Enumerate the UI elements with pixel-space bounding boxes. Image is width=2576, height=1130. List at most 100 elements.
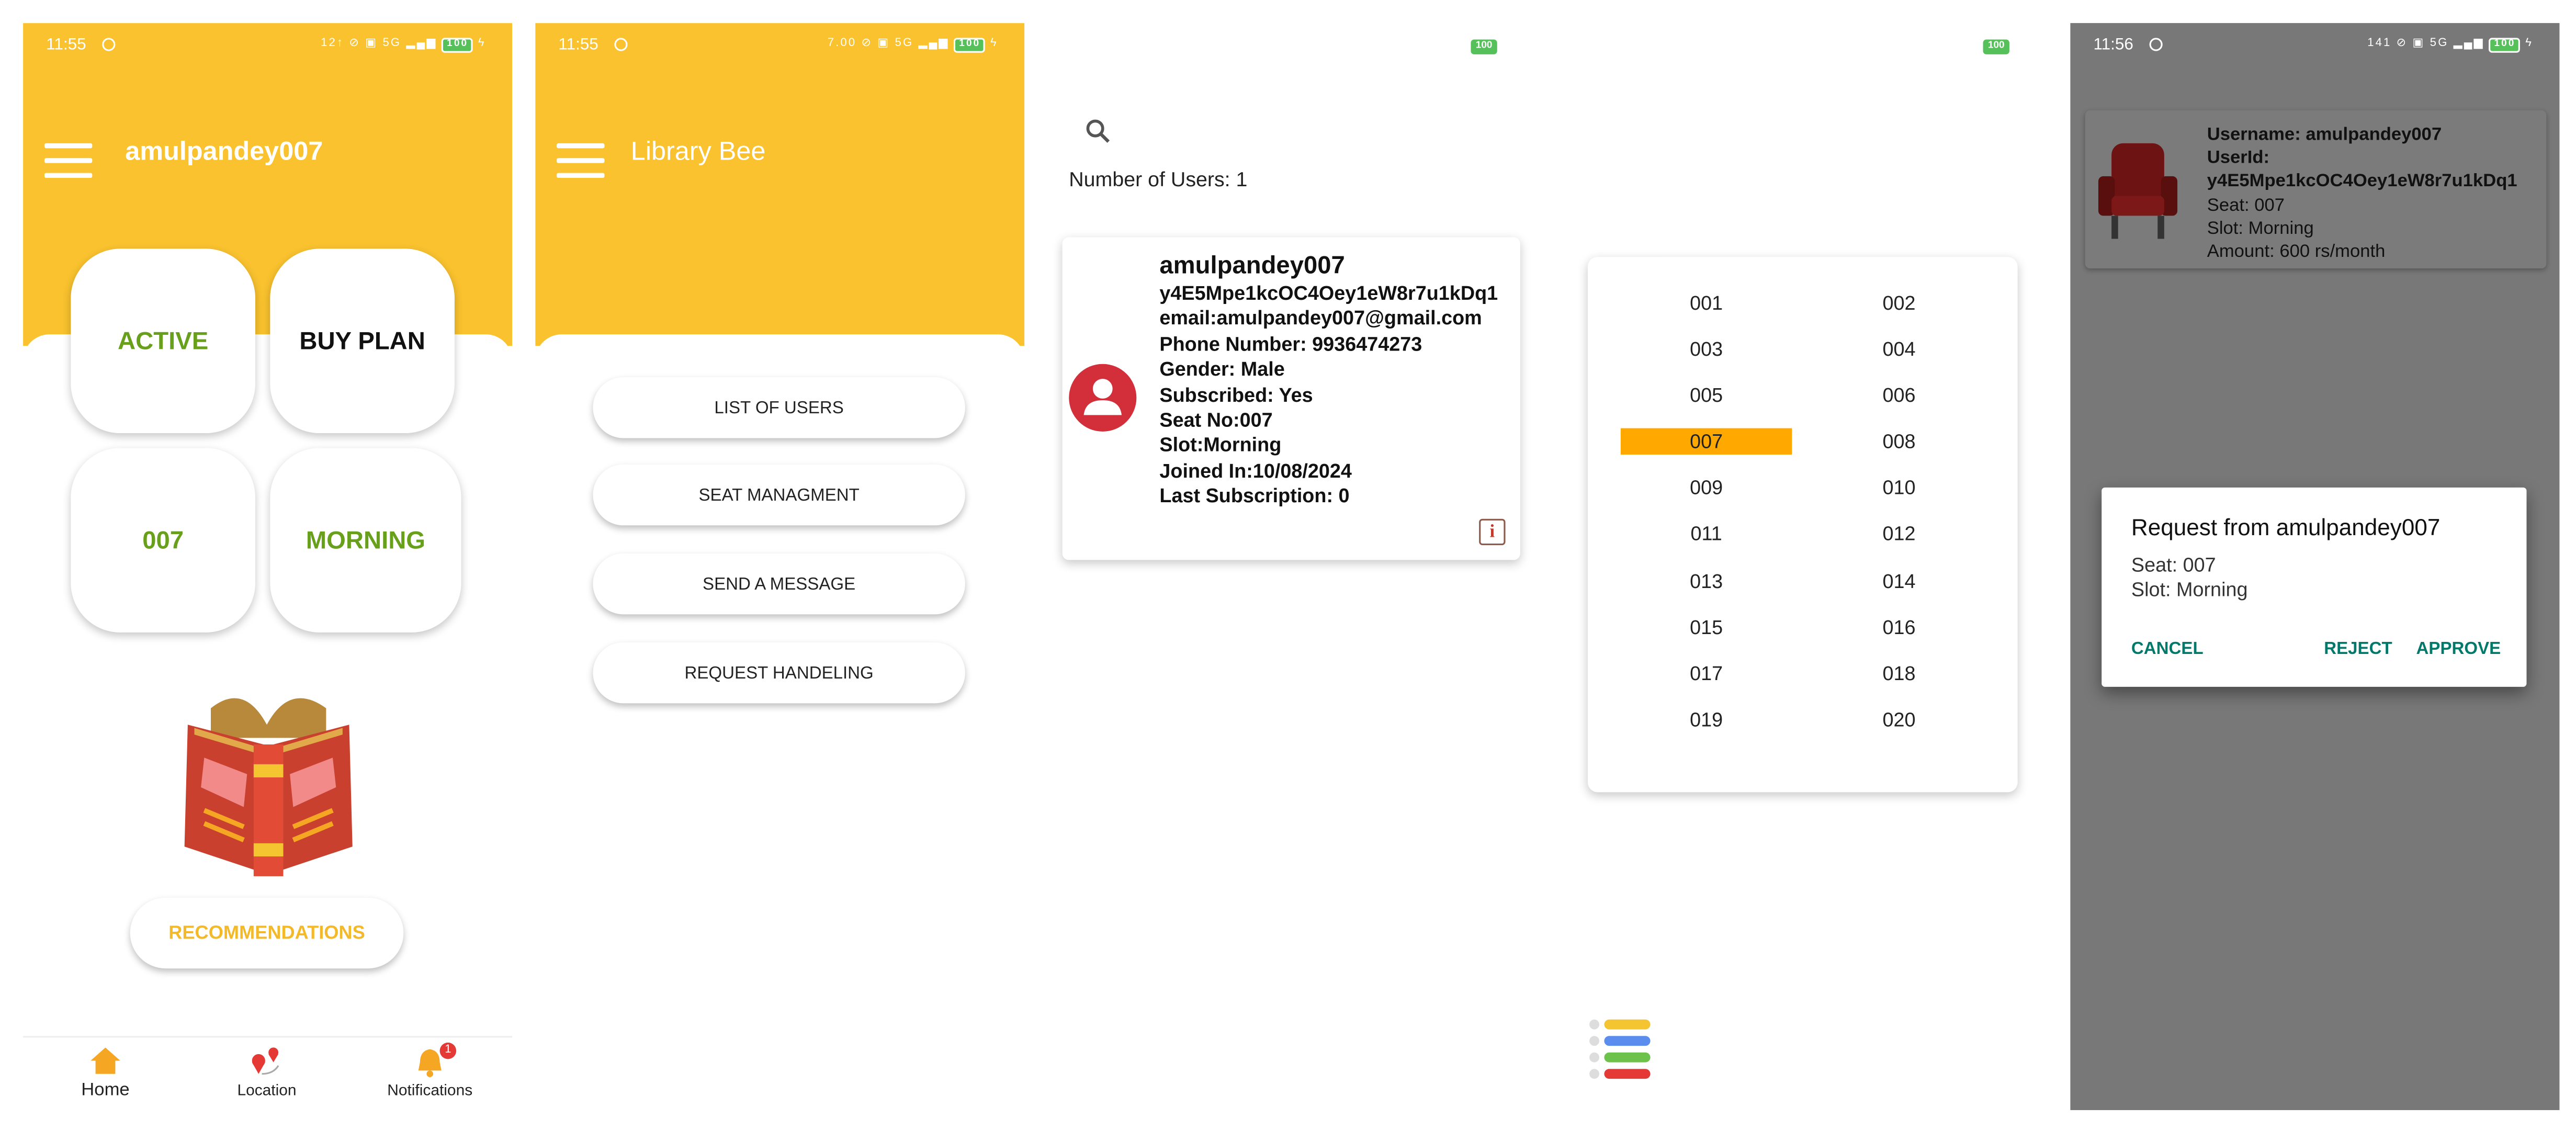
user-card[interactable]: amulpandey007 y4E5Mpe1kcOC4Oey1eW8r7u1kD…: [1062, 237, 1520, 560]
request-userid-label: UserId:: [2207, 148, 2270, 168]
request-amount: Amount: 600 rs/month: [2207, 242, 2386, 262]
request-details: Username: amulpandey007 UserId: y4E5Mpe1…: [2207, 123, 2517, 264]
user-id: y4E5Mpe1kcOC4Oey1eW8r7u1kDq1: [1159, 281, 1498, 305]
request-dialog-screen: 11:56 141 ⊘ ▣ 5G ▂▄▆ 100 ϟ Username: amu…: [2070, 23, 2560, 1110]
seat-picker-screen: 100 001 002 003 004 005 006 007 008 009 …: [1560, 23, 2049, 1110]
status-bar: 11:55 7.00 ⊘ ▣ 5G ▂▄▆ 100 ϟ: [535, 23, 1024, 69]
app-title: Library Bee: [630, 138, 766, 166]
admin-menu-screen: 11:55 7.00 ⊘ ▣ 5G ▂▄▆ 100 ϟ Library Bee …: [535, 23, 1025, 1110]
request-username: Username: amulpandey007: [2207, 125, 2442, 145]
nav-notifications[interactable]: 1 Notifications: [379, 1042, 481, 1100]
charging-icon: ϟ: [478, 38, 486, 50]
seat-011[interactable]: 011: [1621, 521, 1792, 547]
user-email: email:amulpandey007@gmail.com: [1159, 307, 1482, 330]
user-slot: Slot:Morning: [1159, 434, 1282, 457]
seat-014[interactable]: 014: [1813, 568, 1984, 594]
menu-icon[interactable]: [557, 143, 605, 178]
dialog-title: Request from amulpandey007: [2131, 514, 2441, 540]
user-phone: Phone Number: 9936474273: [1159, 332, 1422, 356]
request-handling-button[interactable]: REQUEST HANDELING: [593, 642, 965, 704]
send-message-button[interactable]: SEND A MESSAGE: [593, 553, 965, 615]
bottom-nav-divider: [23, 1036, 513, 1038]
status-icons: 141 ⊘ ▣ 5G ▂▄▆ 100 ϟ: [2367, 36, 2533, 53]
request-userid: y4E5Mpe1kcOC4Oey1eW8r7u1kDq1: [2207, 172, 2517, 192]
seat-006[interactable]: 006: [1813, 382, 1984, 408]
user-name: amulpandey007: [1159, 252, 1345, 280]
seat-007[interactable]: 007: [1621, 428, 1792, 455]
nav-location[interactable]: Location: [218, 1046, 317, 1100]
nav-home-label: Home: [81, 1080, 130, 1101]
user-subscribed: Subscribed: Yes: [1159, 383, 1313, 406]
location-pins-icon: [252, 1047, 279, 1075]
seat-management-button[interactable]: SEAT MANAGMENT: [593, 464, 965, 526]
seat-004[interactable]: 004: [1813, 336, 1984, 362]
battery-icon: 100: [1471, 39, 1497, 54]
seat-003[interactable]: 003: [1621, 336, 1792, 362]
search-icon[interactable]: [1086, 119, 1112, 145]
colored-list-icon[interactable]: [1588, 1016, 1654, 1086]
seat-016[interactable]: 016: [1813, 614, 1984, 640]
alarm-icon: [2149, 38, 2163, 51]
user-joined: Joined In:10/08/2024: [1159, 459, 1352, 482]
user-list-screen: 100 Number of Users: 1 amulpandey007 y4E…: [1047, 23, 1537, 1110]
user-icon: [1083, 379, 1122, 415]
request-card[interactable]: Username: amulpandey007 UserId: y4E5Mpe1…: [2085, 110, 2547, 269]
info-icon[interactable]: i: [1479, 518, 1506, 546]
notification-badge: 1: [439, 1042, 457, 1059]
dialog-seat: Seat: 007: [2131, 553, 2216, 577]
menu-icon[interactable]: [44, 143, 93, 178]
header-background: [535, 23, 1025, 346]
seat-019[interactable]: 019: [1621, 707, 1792, 733]
status-time: 11:55: [46, 36, 86, 54]
nav-location-label: Location: [237, 1082, 297, 1101]
seat-tile[interactable]: 007: [71, 448, 255, 632]
chair-icon: [2098, 143, 2178, 239]
dialog-slot: Slot: Morning: [2131, 577, 2248, 601]
status-time: 11:55: [558, 36, 598, 54]
reject-button[interactable]: REJECT: [2324, 639, 2392, 659]
cancel-button[interactable]: CANCEL: [2131, 639, 2204, 659]
status-bar: 11:55 12↑ ⊘ ▣ 5G ▂▄▆ 100 ϟ: [23, 23, 512, 69]
slot-tile[interactable]: MORNING: [270, 448, 461, 632]
battery-icon: 100: [1983, 39, 2009, 54]
user-seat: Seat No:007: [1159, 408, 1273, 432]
approve-button[interactable]: APPROVE: [2416, 639, 2501, 659]
status-time: 11:56: [2093, 36, 2133, 54]
seat-grid-card: 001 002 003 004 005 006 007 008 009 010 …: [1587, 257, 2018, 793]
user-home-screen: 11:55 12↑ ⊘ ▣ 5G ▂▄▆ 100 ϟ amulpandey007…: [23, 23, 513, 1110]
seat-013[interactable]: 013: [1621, 568, 1792, 594]
request-seat: Seat: 007: [2207, 195, 2285, 216]
status-tile[interactable]: ACTIVE: [71, 248, 255, 434]
username-title: amulpandey007: [125, 138, 323, 166]
seat-017[interactable]: 017: [1621, 660, 1792, 686]
recommendations-button[interactable]: RECOMMENDATIONS: [130, 897, 404, 969]
nav-home[interactable]: Home: [56, 1046, 155, 1100]
charging-icon: ϟ: [990, 38, 998, 50]
seat-015[interactable]: 015: [1621, 614, 1792, 640]
seat-001[interactable]: 001: [1621, 290, 1792, 316]
seat-018[interactable]: 018: [1813, 660, 1984, 686]
seat-020[interactable]: 020: [1813, 707, 1984, 733]
user-details: amulpandey007 y4E5Mpe1kcOC4Oey1eW8r7u1kD…: [1159, 252, 1498, 510]
open-book-icon: [184, 698, 353, 876]
battery-icon: 100: [954, 38, 986, 53]
seat-009[interactable]: 009: [1621, 474, 1792, 501]
request-slot: Slot: Morning: [2207, 219, 2314, 239]
user-last-subscription: Last Subscription: 0: [1159, 484, 1350, 508]
seat-012[interactable]: 012: [1813, 521, 1984, 547]
battery-icon: 100: [2489, 38, 2521, 53]
list-of-users-button[interactable]: LIST OF USERS: [593, 377, 965, 438]
seat-008[interactable]: 008: [1813, 428, 1984, 455]
buy-plan-tile[interactable]: BUY PLAN: [270, 248, 455, 434]
status-icons: 7.00 ⊘ ▣ 5G ▂▄▆ 100 ϟ: [828, 36, 998, 53]
seat-010[interactable]: 010: [1813, 474, 1984, 501]
avatar: [1069, 364, 1137, 432]
status-icons: 12↑ ⊘ ▣ 5G ▂▄▆ 100 ϟ: [321, 36, 486, 53]
seat-002[interactable]: 002: [1813, 290, 1984, 316]
seat-005[interactable]: 005: [1621, 382, 1792, 408]
home-icon: [91, 1047, 120, 1074]
request-dialog: Request from amulpandey007 Seat: 007 Slo…: [2102, 487, 2527, 687]
user-gender: Gender: Male: [1159, 357, 1285, 381]
battery-icon: 100: [442, 38, 473, 53]
status-bar: 11:56 141 ⊘ ▣ 5G ▂▄▆ 100 ϟ: [2070, 23, 2559, 69]
